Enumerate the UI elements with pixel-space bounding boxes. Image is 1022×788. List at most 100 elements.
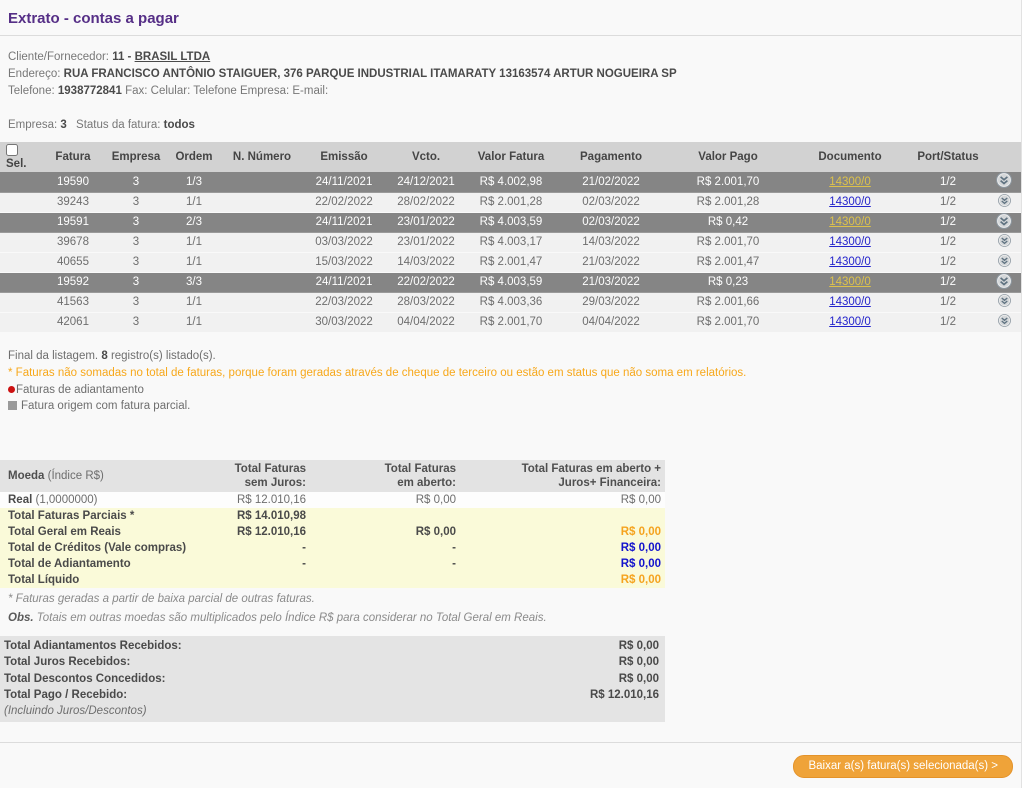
list-footer: Final da listagem. 8 registro(s) listado… xyxy=(8,348,1013,365)
endereco-label: Endereço: xyxy=(8,68,61,80)
fornecedor-name-link[interactable]: BRASIL LTDA xyxy=(135,51,211,63)
documento-link[interactable]: 14300/0 xyxy=(829,276,871,288)
column-total-sem-juros: Total Faturas sem Juros: xyxy=(190,459,310,492)
telefone-label: Telefone: xyxy=(8,85,55,97)
totals-row: Total Líquido R$ 0,00 xyxy=(0,571,665,588)
column-total-aberto-juros: Total Faturas em aberto + Juros+ Finance… xyxy=(460,459,665,492)
fornecedor-code: 11 - xyxy=(112,51,132,63)
empresa-label: Empresa: xyxy=(8,119,58,131)
status-value: todos xyxy=(163,119,195,131)
column-empresa: Empresa xyxy=(106,142,166,172)
legend-adiantamento: Faturas de adiantamento xyxy=(8,382,1013,398)
table-row: 19592 3 3/3 24/11/2021 22/02/2022 R$ 4.003,59… xyxy=(0,272,1021,292)
summary-sublabel: (Incluindo Juros/Descontos) xyxy=(4,704,147,717)
record-count: 8 xyxy=(101,349,108,362)
table-row: 19591 3 2/3 24/11/2021 23/01/2022 R$ 4.003,59… xyxy=(0,212,1021,232)
red-dot-icon xyxy=(8,385,15,393)
status-label: Status da fatura: xyxy=(76,119,161,131)
client-info: Cliente/Fornecedor: 11 - BRASIL LTDA End… xyxy=(8,49,1013,100)
fornecedor-label: Cliente/Fornecedor: xyxy=(8,51,109,63)
download-selected-invoices-button[interactable]: Baixar a(s) fatura(s) selecionada(s) > xyxy=(793,754,1013,778)
column-actions xyxy=(986,142,1021,172)
extrato-page: Extrato - contas a pagar Cliente/Fornece… xyxy=(0,0,1022,788)
summary-row: Total Descontos Concedidos: R$ 0,00 xyxy=(4,672,659,685)
documento-link[interactable]: 14300/0 xyxy=(829,236,871,248)
empresa-value: 3 xyxy=(60,119,67,131)
client-fornecedor-line: Cliente/Fornecedor: 11 - BRASIL LTDA xyxy=(8,49,1013,66)
totals-obs: Obs. Totais em outras moedas são multipl… xyxy=(8,610,1013,626)
list-footer-text: Final da listagem. xyxy=(8,349,99,362)
obs-text: Totais em outras moedas são multiplicado… xyxy=(33,611,547,624)
double-chevron-down-icon[interactable] xyxy=(997,314,1011,327)
legend-parcial-label: Fatura origem com fatura parcial. xyxy=(21,399,191,412)
column-valor-fatura: Valor Fatura xyxy=(466,142,556,172)
client-endereco-line: Endereço: RUA FRANCISCO ANTÔNIO STAIGUER… xyxy=(8,66,1013,83)
column-valor-pago: Valor Pago xyxy=(666,142,790,172)
table-row: 19590 3 1/3 24/11/2021 24/12/2021 R$ 4.002,98… xyxy=(0,172,1021,192)
double-chevron-down-icon[interactable] xyxy=(997,234,1011,247)
column-total-em-aberto: Total Faturas em aberto: xyxy=(310,459,460,492)
double-chevron-down-icon[interactable] xyxy=(996,172,1012,189)
table-row: 41563 3 1/1 22/03/2022 28/03/2022 R$ 4.003,36… xyxy=(0,292,1021,312)
summary-row: Total Pago / Recebido: R$ 12.010,16 xyxy=(4,689,659,701)
totals-row: Real (1,0000000) R$ 12.010,16 R$ 0,00 R$ 0,… xyxy=(0,491,665,508)
note-not-summed: * Faturas não somadas no total de fatura… xyxy=(8,366,747,379)
legend-adiantamento-label: Faturas de adiantamento xyxy=(16,383,144,396)
double-chevron-down-icon[interactable] xyxy=(997,294,1011,307)
endereco-value: RUA FRANCISCO ANTÔNIO STAIGUER, 376 PARQ… xyxy=(63,68,677,80)
page-title: Extrato - contas a pagar xyxy=(8,10,179,27)
filter-line: Empresa: 3 Status da fatura: todos xyxy=(8,119,1013,131)
moeda-label: Moeda xyxy=(8,469,45,482)
documento-link[interactable]: 14300/0 xyxy=(829,316,871,328)
documento-link[interactable]: 14300/0 xyxy=(829,196,871,208)
double-chevron-down-icon[interactable] xyxy=(997,194,1011,207)
table-row: 39243 3 1/1 22/02/2022 28/02/2022 R$ 2.001,28… xyxy=(0,192,1021,212)
sel-label: Sel. xyxy=(6,157,27,170)
column-documento: Documento xyxy=(790,142,910,172)
summary-row: Total Juros Recebidos: R$ 0,00 xyxy=(4,656,659,668)
column-moeda: Moeda (Índice R$) xyxy=(0,459,190,492)
documento-link[interactable]: 14300/0 xyxy=(829,216,871,228)
column-emissao: Emissão xyxy=(302,142,386,172)
totals-row: Total Faturas Parciais * R$ 14.010,98 xyxy=(0,507,665,524)
telefone-value: 1938772841 xyxy=(57,85,122,97)
table-row: 39678 3 1/1 03/03/2022 23/01/2022 R$ 4.003,17… xyxy=(0,232,1021,252)
invoices-table: Sel. Fatura Empresa Ordem N. Número Emis… xyxy=(0,142,1021,333)
totals-table-body: Real (1,0000000) R$ 12.010,16 R$ 0,00 R$ 0,… xyxy=(0,491,665,588)
column-sel: Sel. xyxy=(0,142,40,172)
email-label: E-mail: xyxy=(292,85,329,97)
double-chevron-down-icon[interactable] xyxy=(996,272,1012,289)
totals-row: Total de Adiantamento - - R$ 0,00 xyxy=(0,555,665,572)
invoice-table-body: 19590 3 1/3 24/11/2021 24/12/2021 R$ 4.002,98… xyxy=(0,172,1021,332)
table-row: 42061 3 1/1 30/03/2022 04/04/2022 R$ 2.001,70… xyxy=(0,312,1021,332)
totals-table: Moeda (Índice R$) Total Faturas sem Juro… xyxy=(0,459,665,588)
client-telefone-line: Telefone: 1938772841 Fax: Celular: Telef… xyxy=(8,83,1013,100)
documento-link[interactable]: 14300/0 xyxy=(829,256,871,268)
double-chevron-down-icon[interactable] xyxy=(997,254,1011,267)
title-divider xyxy=(0,35,1021,36)
select-all-checkbox[interactable] xyxy=(6,143,18,156)
invoices-header-row: Sel. Fatura Empresa Ordem N. Número Emis… xyxy=(0,142,1021,172)
legend-parcial: Fatura origem com fatura parcial. xyxy=(8,398,1013,414)
double-chevron-down-icon[interactable] xyxy=(996,212,1012,229)
summary-box: Total Adiantamentos Recebidos: R$ 0,00 Tot… xyxy=(0,635,665,722)
obs-label: Obs. xyxy=(8,611,34,624)
totals-header-row: Moeda (Índice R$) Total Faturas sem Juro… xyxy=(0,459,665,492)
column-fatura: Fatura xyxy=(40,142,106,172)
telefone-empresa-label: Telefone Empresa: xyxy=(193,85,290,97)
summary-row: Total Adiantamentos Recebidos: R$ 0,00 xyxy=(4,639,659,652)
fax-label: Fax: xyxy=(125,85,148,97)
documento-link[interactable]: 14300/0 xyxy=(829,176,871,188)
table-row: 40655 3 1/1 15/03/2022 14/03/2022 R$ 2.001,47… xyxy=(0,252,1021,272)
celular-label: Celular: xyxy=(150,85,191,97)
gray-square-icon xyxy=(8,400,17,410)
moeda-sub-label: (Índice R$) xyxy=(44,469,104,482)
column-n-numero: N. Número xyxy=(222,142,302,172)
totals-footnote: * Faturas geradas a partir de baixa parc… xyxy=(8,592,315,605)
documento-link[interactable]: 14300/0 xyxy=(829,296,871,308)
column-vcto: Vcto. xyxy=(386,142,466,172)
column-port-status: Port/Status xyxy=(910,142,986,172)
totals-row: Total Geral em Reais R$ 12.010,16 R$ 0,00 R… xyxy=(0,523,665,540)
column-pagamento: Pagamento xyxy=(556,142,666,172)
totals-row: Total de Créditos (Vale compras) - - R$ 0,0… xyxy=(0,539,665,556)
